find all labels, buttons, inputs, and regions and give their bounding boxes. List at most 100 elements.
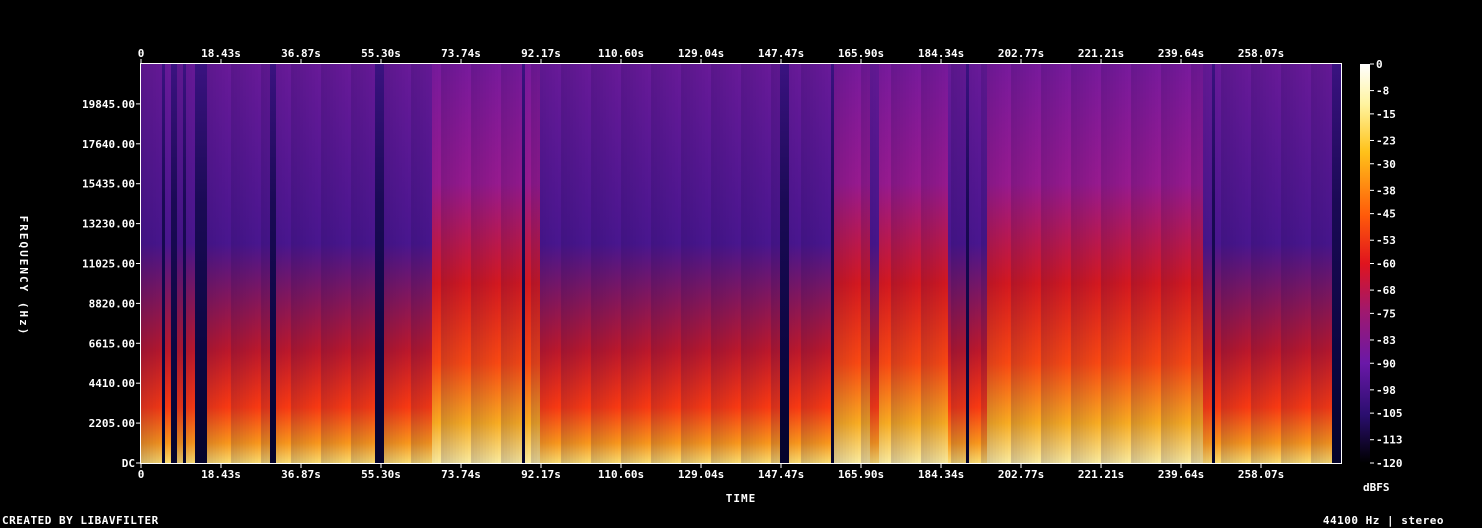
spectrogram-column — [444, 64, 447, 463]
spectrogram-column — [456, 64, 459, 463]
spectrogram-column — [291, 64, 294, 463]
spectrogram-column — [375, 64, 378, 463]
spectrogram-column — [1167, 64, 1170, 463]
spectrogram-column — [672, 64, 675, 463]
spectrogram-column — [954, 64, 957, 463]
spectrogram-column — [252, 64, 255, 463]
spectrogram-column — [903, 64, 906, 463]
spectrogram-column — [654, 64, 657, 463]
spectrogram-column — [519, 64, 522, 463]
spectrogram-column — [567, 64, 570, 463]
spectrogram-column — [1026, 64, 1029, 463]
colorbar-tick-label: -83 — [1376, 334, 1396, 347]
spectrogram-column — [1017, 64, 1020, 463]
spectrogram-column — [150, 64, 153, 463]
spectrogram-column — [447, 64, 450, 463]
spectrogram-column — [366, 64, 369, 463]
spectrogram-column — [1203, 64, 1206, 463]
spectrogram-column — [1155, 64, 1158, 463]
spectrogram-column — [699, 64, 702, 463]
spectrogram-column — [417, 64, 420, 463]
spectrogram-column — [900, 64, 903, 463]
y-tick-label: 11025.00 — [82, 258, 135, 271]
spectrogram-column — [504, 64, 507, 463]
spectrogram-column — [936, 64, 939, 463]
colorbar-tick-label: 0 — [1376, 58, 1383, 71]
colorbar — [1360, 64, 1370, 463]
spectrogram-column — [462, 64, 465, 463]
spectrogram-column — [897, 64, 900, 463]
spectrogram-column — [1164, 64, 1167, 463]
spectrogram-column — [795, 64, 798, 463]
spectrogram-column — [885, 64, 888, 463]
spectrogram-column — [585, 64, 588, 463]
spectrogram-column — [147, 64, 150, 463]
spectrogram-column — [495, 64, 498, 463]
spectrogram-column — [1320, 64, 1323, 463]
spectrogram-column — [1140, 64, 1143, 463]
spectrogram-column — [783, 64, 786, 463]
spectrogram-column — [1254, 64, 1257, 463]
spectrogram-column — [240, 64, 243, 463]
spectrogram-column — [471, 64, 474, 463]
spectrogram-column — [1056, 64, 1059, 463]
spectrogram-column — [1239, 64, 1242, 463]
spectrogram-column — [624, 64, 627, 463]
spectrogram-column — [1305, 64, 1308, 463]
spectrogram-column — [408, 64, 411, 463]
spectrogram-column — [774, 64, 777, 463]
spectrogram-column — [1293, 64, 1296, 463]
spectrogram-column — [660, 64, 663, 463]
spectrogram-column — [1119, 64, 1122, 463]
spectrogram-column — [318, 64, 321, 463]
x-tick-label-bottom: 92.17s — [521, 468, 561, 481]
colorbar-tick-label: -68 — [1376, 284, 1396, 297]
colorbar-tick-label: -113 — [1376, 434, 1403, 447]
spectrogram-area — [140, 63, 1342, 464]
spectrogram-column — [555, 64, 558, 463]
spectrogram-column — [273, 64, 276, 463]
spectrogram-column — [1251, 64, 1254, 463]
spectrogram-column — [906, 64, 909, 463]
x-tick-label-bottom: 147.47s — [758, 468, 804, 481]
spectrogram-column — [687, 64, 690, 463]
y-tick-label: 17640.00 — [82, 138, 135, 151]
spectrogram-column — [1191, 64, 1194, 463]
spectrogram-column — [1047, 64, 1050, 463]
spectrogram-column — [1209, 64, 1212, 463]
spectrogram-column — [420, 64, 423, 463]
x-tick-label-bottom: 55.30s — [361, 468, 401, 481]
y-tick-label: 2205.00 — [89, 417, 135, 430]
spectrogram-column — [918, 64, 921, 463]
spectrogram-column — [564, 64, 567, 463]
x-tick-label-top: 110.60s — [598, 47, 644, 60]
colorbar-tick-label: -45 — [1376, 208, 1396, 221]
spectrogram-column — [570, 64, 573, 463]
spectrogram-column — [1146, 64, 1149, 463]
spectrogram-column — [198, 64, 201, 463]
spectrogram-column — [540, 64, 543, 463]
spectrogram-column — [390, 64, 393, 463]
spectrogram-column — [798, 64, 801, 463]
spectrogram-column — [204, 64, 207, 463]
spectrogram-column — [801, 64, 804, 463]
spectrogram-column — [180, 64, 183, 463]
spectrogram-column — [690, 64, 693, 463]
spectrogram-column — [912, 64, 915, 463]
spectrogram-column — [381, 64, 384, 463]
spectrogram-column — [1284, 64, 1287, 463]
spectrogram-column — [816, 64, 819, 463]
spectrogram-column — [276, 64, 279, 463]
spectrogram-column — [531, 64, 534, 463]
x-tick-label-bottom: 184.34s — [918, 468, 964, 481]
spectrogram-column — [1200, 64, 1203, 463]
x-tick-label-top: 184.34s — [918, 47, 964, 60]
spectrogram-column — [327, 64, 330, 463]
spectrogram-column — [786, 64, 789, 463]
spectrogram-column — [1065, 64, 1068, 463]
spectrogram-column — [591, 64, 594, 463]
spectrogram-column — [1089, 64, 1092, 463]
spectrogram-column — [399, 64, 402, 463]
spectrogram-column — [189, 64, 192, 463]
spectrogram-column — [648, 64, 651, 463]
